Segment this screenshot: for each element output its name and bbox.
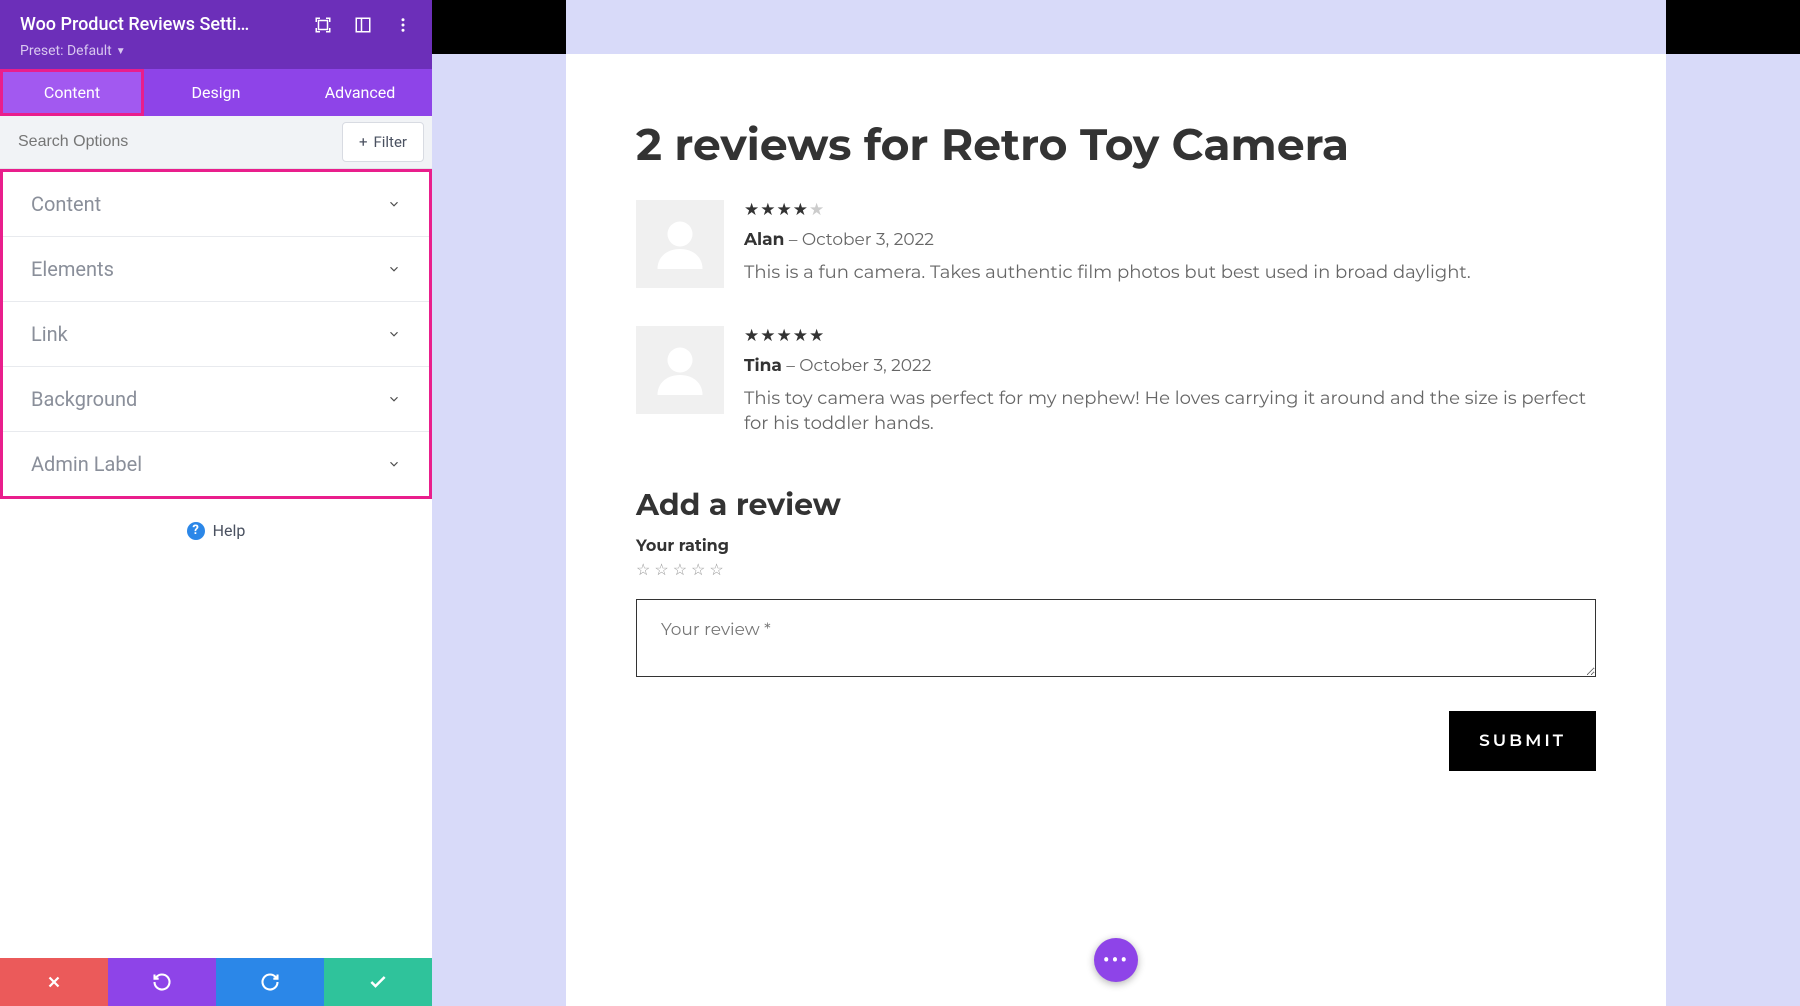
- undo-icon: [152, 972, 172, 992]
- avatar: [636, 326, 724, 414]
- preset-selector[interactable]: Preset: Default ▼: [20, 43, 412, 59]
- close-icon: [45, 973, 63, 991]
- option-background[interactable]: Background: [3, 367, 429, 432]
- review-item: ★★★★★ Alan – October 3, 2022 This is a f…: [636, 200, 1596, 288]
- add-review-heading: Add a review: [636, 486, 1596, 523]
- chevron-down-icon: [387, 192, 401, 216]
- panel-header: Woo Product Reviews Setti… Preset: Defau…: [0, 0, 432, 69]
- review-text: This is a fun camera. Takes authentic fi…: [744, 260, 1596, 285]
- chevron-down-icon: ▼: [116, 46, 126, 57]
- settings-panel: Woo Product Reviews Setti… Preset: Defau…: [0, 0, 432, 968]
- cancel-button[interactable]: [0, 958, 108, 1006]
- check-icon: [368, 972, 388, 992]
- review-author: Alan: [744, 230, 784, 250]
- option-admin-label[interactable]: Admin Label: [3, 432, 429, 496]
- more-icon[interactable]: [394, 16, 412, 34]
- add-review-form: Add a review Your rating ☆ ☆ ☆ ☆ ☆ SUBMI…: [636, 486, 1596, 771]
- option-link[interactable]: Link: [3, 302, 429, 367]
- user-icon: [650, 214, 710, 274]
- redo-button[interactable]: [216, 958, 324, 1006]
- review-meta: Tina – October 3, 2022: [744, 356, 1596, 376]
- star-icon[interactable]: ☆: [654, 560, 668, 579]
- preview-area: 2 reviews for Retro Toy Camera ★★★★★ Ala…: [432, 0, 1800, 1006]
- review-item: ★★★★★ Tina – October 3, 2022 This toy ca…: [636, 326, 1596, 436]
- star-icon[interactable]: ☆: [673, 560, 687, 579]
- panel-title: Woo Product Reviews Setti…: [20, 14, 249, 35]
- preview-topbar: [432, 0, 1800, 54]
- undo-button[interactable]: [108, 958, 216, 1006]
- redo-icon: [260, 972, 280, 992]
- submit-button[interactable]: SUBMIT: [1449, 711, 1596, 771]
- tab-design[interactable]: Design: [144, 69, 288, 116]
- star-icon[interactable]: ☆: [691, 560, 705, 579]
- star-rating: ★★★★★: [744, 200, 1596, 220]
- option-content[interactable]: Content: [3, 172, 429, 237]
- help-icon: ?: [187, 522, 205, 540]
- rating-label: Your rating: [636, 537, 1596, 556]
- plus-icon: +: [359, 133, 368, 151]
- review-meta: Alan – October 3, 2022: [744, 230, 1596, 250]
- star-rating: ★★★★★: [744, 326, 1596, 346]
- reviews-module: 2 reviews for Retro Toy Camera ★★★★★ Ala…: [566, 54, 1666, 1006]
- help-link[interactable]: ? Help: [0, 499, 432, 562]
- review-textarea[interactable]: [636, 599, 1596, 677]
- preset-label: Preset: Default: [20, 43, 112, 59]
- chevron-down-icon: [387, 257, 401, 281]
- star-icon[interactable]: ☆: [709, 560, 723, 579]
- review-text: This toy camera was perfect for my nephe…: [744, 386, 1596, 436]
- review-date: October 3, 2022: [802, 230, 934, 250]
- filter-button[interactable]: + Filter: [342, 122, 424, 162]
- topbar-left-block: [432, 0, 566, 54]
- expand-icon[interactable]: [314, 16, 332, 34]
- user-icon: [650, 340, 710, 400]
- search-input[interactable]: [0, 119, 334, 165]
- reviews-heading: 2 reviews for Retro Toy Camera: [636, 118, 1596, 172]
- ellipsis-icon: •••: [1103, 948, 1129, 972]
- options-list: Content Elements Link Background Admin L…: [0, 169, 432, 499]
- tab-content[interactable]: Content: [0, 69, 144, 116]
- tab-bar: Content Design Advanced: [0, 69, 432, 116]
- option-elements[interactable]: Elements: [3, 237, 429, 302]
- search-row: + Filter: [0, 116, 432, 169]
- topbar-right-block: [1666, 0, 1800, 54]
- review-author: Tina: [744, 356, 782, 376]
- save-button[interactable]: [324, 958, 432, 1006]
- rating-input[interactable]: ☆ ☆ ☆ ☆ ☆: [636, 560, 1596, 579]
- chevron-down-icon: [387, 452, 401, 476]
- footer-bar: [0, 958, 432, 1006]
- fab-more-button[interactable]: •••: [1094, 938, 1138, 982]
- chevron-down-icon: [387, 387, 401, 411]
- tab-advanced[interactable]: Advanced: [288, 69, 432, 116]
- star-icon[interactable]: ☆: [636, 560, 650, 579]
- avatar: [636, 200, 724, 288]
- chevron-down-icon: [387, 322, 401, 346]
- panel-layout-icon[interactable]: [354, 16, 372, 34]
- review-date: October 3, 2022: [799, 356, 931, 376]
